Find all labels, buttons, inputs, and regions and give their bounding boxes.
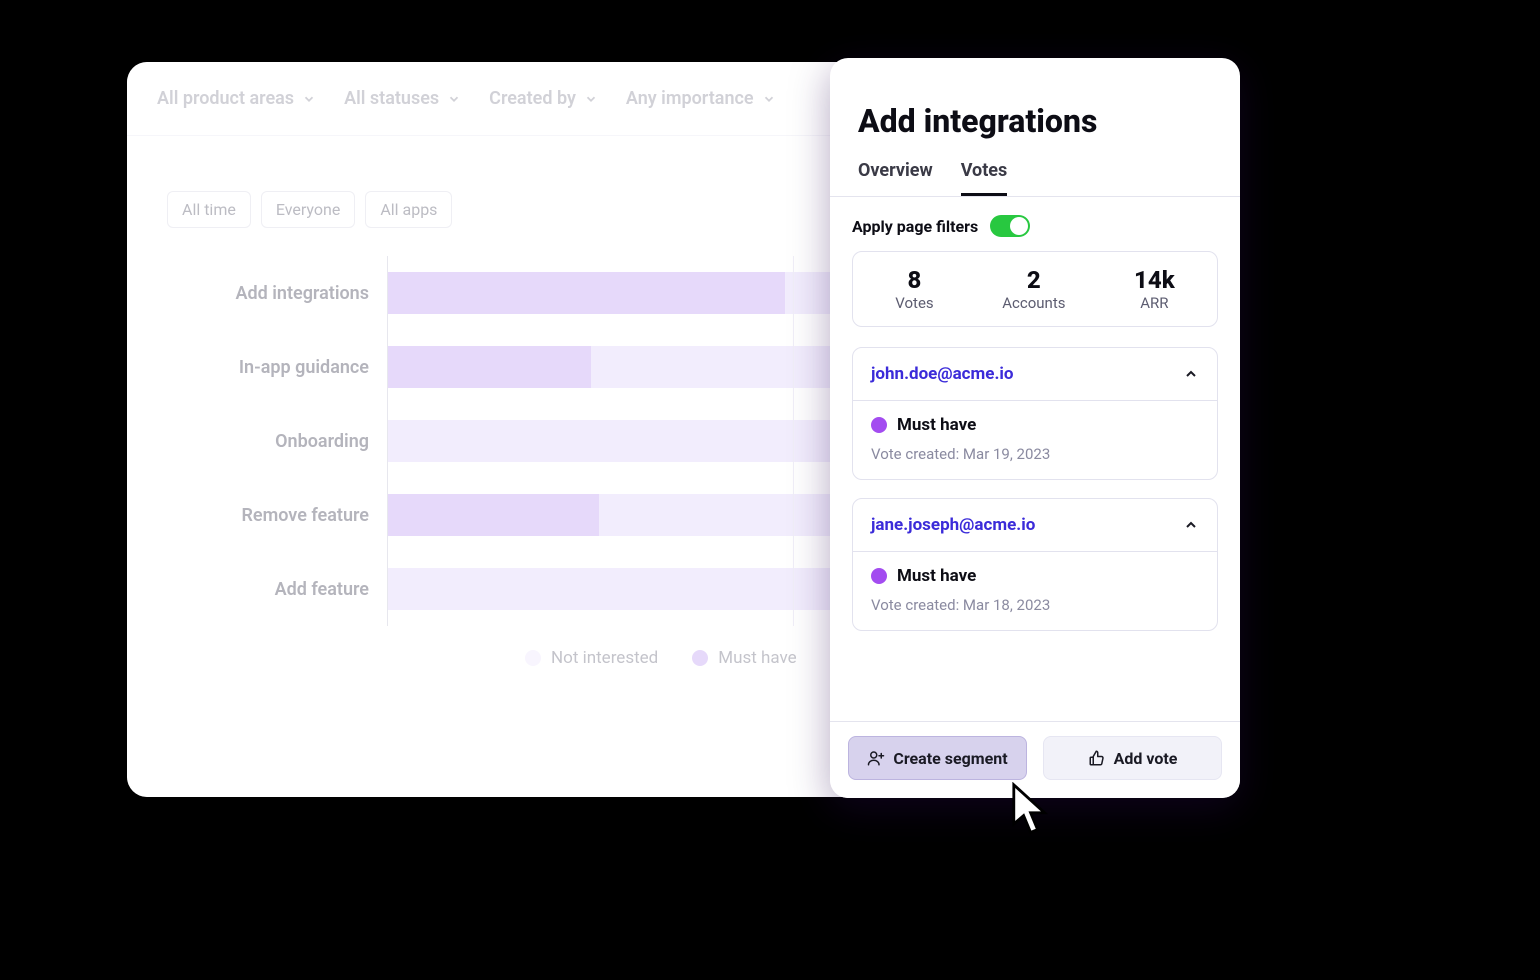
- bar-segment: [388, 420, 890, 462]
- vote-importance: Must have: [871, 415, 1199, 435]
- chevron-down-icon: [447, 92, 461, 106]
- stat-accounts: 2 Accounts: [1002, 266, 1065, 312]
- filter-statuses[interactable]: All statuses: [344, 88, 461, 109]
- filter-importance[interactable]: Any importance: [626, 88, 776, 109]
- filter-label: All product areas: [157, 88, 294, 109]
- stat-value: 2: [1002, 266, 1065, 294]
- tab-overview[interactable]: Overview: [858, 160, 933, 196]
- vote-card-body: Must have Vote created: Mar 18, 2023: [853, 552, 1217, 630]
- importance-label: Must have: [897, 566, 976, 586]
- vote-email[interactable]: john.doe@acme.io: [871, 364, 1013, 384]
- vote-card-header[interactable]: jane.joseph@acme.io: [853, 499, 1217, 552]
- chart-row-label: Onboarding: [167, 404, 387, 478]
- stat-value: 8: [895, 266, 933, 294]
- filter-label: All statuses: [344, 88, 439, 109]
- chevron-down-icon: [762, 92, 776, 106]
- legend-not-interested: Not interested: [525, 648, 658, 668]
- detail-panel: Add integrations Overview Votes Apply pa…: [830, 58, 1240, 798]
- bar-segment: [388, 568, 842, 610]
- stats-box: 8 Votes 2 Accounts 14k ARR: [852, 251, 1218, 327]
- apply-filters-toggle[interactable]: [990, 215, 1030, 237]
- vote-importance: Must have: [871, 566, 1199, 586]
- bar-segment: [388, 272, 785, 314]
- user-plus-icon: [867, 749, 885, 767]
- chevron-down-icon: [584, 92, 598, 106]
- stat-value: 14k: [1134, 266, 1175, 294]
- legend-dot-icon: [692, 650, 708, 666]
- legend-label: Not interested: [551, 648, 658, 668]
- vote-card: jane.joseph@acme.io Must have Vote created…: [852, 498, 1218, 631]
- filter-label: Any importance: [626, 88, 754, 109]
- legend-dot-icon: [525, 650, 541, 666]
- vote-card-header[interactable]: john.doe@acme.io: [853, 348, 1217, 401]
- panel-title: Add integrations: [830, 58, 1240, 150]
- chip-time[interactable]: All time: [167, 191, 251, 228]
- chevron-up-icon: [1183, 517, 1199, 533]
- vote-email[interactable]: jane.joseph@acme.io: [871, 515, 1035, 535]
- filter-created-by[interactable]: Created by: [489, 88, 598, 109]
- create-segment-button[interactable]: Create segment: [848, 736, 1027, 780]
- panel-tabs: Overview Votes: [830, 150, 1240, 197]
- chevron-up-icon: [1183, 366, 1199, 382]
- vote-created-label: Vote created: Mar 19, 2023: [871, 445, 1199, 463]
- filter-label: Created by: [489, 88, 576, 109]
- bar-segment: [388, 346, 591, 388]
- chart-row-label: Remove feature: [167, 478, 387, 552]
- legend-must-have: Must have: [692, 648, 796, 668]
- filter-product-areas[interactable]: All product areas: [157, 88, 316, 109]
- vote-card-body: Must have Vote created: Mar 19, 2023: [853, 401, 1217, 479]
- apply-filters-row: Apply page filters: [852, 215, 1218, 237]
- legend-label: Must have: [718, 648, 796, 668]
- button-label: Create segment: [893, 749, 1007, 768]
- button-label: Add vote: [1114, 749, 1178, 768]
- tab-votes[interactable]: Votes: [961, 160, 1008, 196]
- importance-dot-icon: [871, 417, 887, 433]
- stat-label: ARR: [1134, 294, 1175, 312]
- importance-dot-icon: [871, 568, 887, 584]
- stat-label: Votes: [895, 294, 933, 312]
- stat-votes: 8 Votes: [895, 266, 933, 312]
- vote-card: john.doe@acme.io Must have Vote created: M…: [852, 347, 1218, 480]
- thumbs-up-icon: [1088, 749, 1106, 767]
- vote-created-label: Vote created: Mar 18, 2023: [871, 596, 1199, 614]
- bar-segment: [388, 494, 599, 536]
- panel-body: Apply page filters 8 Votes 2 Accounts 14…: [830, 197, 1240, 721]
- chip-who[interactable]: Everyone: [261, 191, 355, 228]
- apply-filters-label: Apply page filters: [852, 217, 978, 236]
- panel-footer: Create segment Add vote: [830, 721, 1240, 798]
- add-vote-button[interactable]: Add vote: [1043, 736, 1222, 780]
- chart-row-label: Add integrations: [167, 256, 387, 330]
- chart-row-label: In-app guidance: [167, 330, 387, 404]
- chart-row-label: Add feature: [167, 552, 387, 626]
- stat-arr: 14k ARR: [1134, 266, 1175, 312]
- chevron-down-icon: [302, 92, 316, 106]
- stat-label: Accounts: [1002, 294, 1065, 312]
- chip-apps[interactable]: All apps: [365, 191, 452, 228]
- importance-label: Must have: [897, 415, 976, 435]
